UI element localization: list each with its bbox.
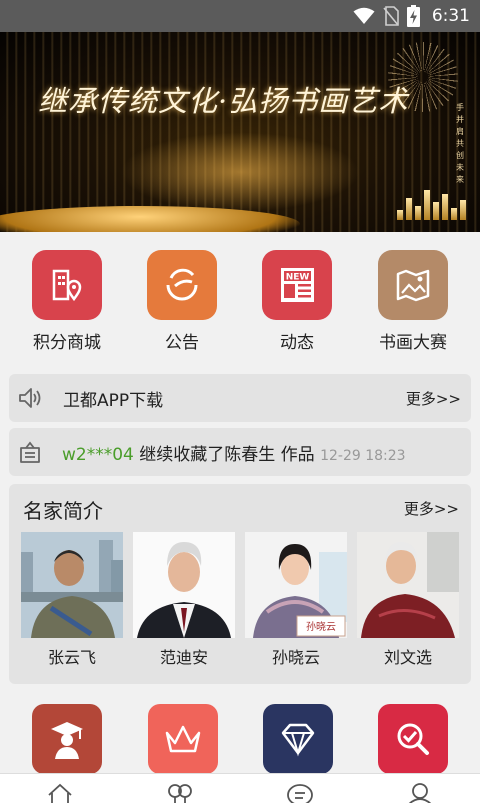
promo-banner[interactable]: 继承传统文化·弘扬书画艺术 手并肩共创未来: [0, 32, 480, 232]
news-icon: NEW: [262, 250, 332, 320]
artist-name: 孙晓云: [271, 648, 320, 667]
activity-time: 12-29 18:23: [320, 448, 406, 464]
menu-announcement[interactable]: 公告: [127, 232, 237, 353]
download-notice-text: 卫都APP下载: [63, 391, 164, 411]
points-mall-icon: [32, 250, 102, 320]
famous-artists-section: 名家简介 更多>> 张云飞 范迪安 孙晓云 孙晓云 刘文选: [9, 484, 471, 684]
artist-name: 刘文选: [383, 648, 432, 667]
menu-label: 积分商城: [33, 333, 101, 353]
download-more-link[interactable]: 更多>>: [406, 388, 461, 409]
artist-photo[interactable]: [133, 532, 235, 638]
activity-notice[interactable]: w2***04 继续收藏了陈春生 作品 12-29 18:23: [9, 428, 471, 476]
status-bar: 6:31: [0, 0, 480, 32]
name-card-text: 孙晓云: [306, 620, 336, 633]
quick-menu: 积分商城 公告 NEW 动态 书画大赛: [0, 232, 480, 368]
city-skyline: [397, 190, 466, 220]
scholar-icon[interactable]: [32, 704, 102, 774]
announcement-icon: [147, 250, 217, 320]
messages-icon[interactable]: [286, 782, 314, 803]
menu-points-mall[interactable]: 积分商城: [12, 232, 122, 353]
battery-charging-icon: [406, 5, 420, 27]
search-check-icon[interactable]: [378, 704, 448, 774]
activity-text: w2***04 继续收藏了陈春生 作品 12-29 18:23: [62, 440, 406, 465]
menu-label: 动态: [280, 333, 314, 353]
crown-icon[interactable]: [148, 704, 218, 774]
download-notice[interactable]: 卫都APP下载 更多>>: [9, 374, 471, 422]
menu-label: 公告: [165, 333, 199, 353]
artist-name: 张云飞: [47, 648, 96, 667]
activity-action: 继续收藏了陈春生 作品: [139, 445, 315, 465]
activity-user: w2***04: [62, 445, 134, 465]
home-icon[interactable]: [46, 782, 74, 803]
diamond-icon[interactable]: [263, 704, 333, 774]
painting-contest-icon: [378, 250, 448, 320]
banner-side-text: 手并肩共创未来: [456, 103, 464, 184]
speaker-icon: [19, 388, 41, 408]
famous-more-link[interactable]: 更多>>: [404, 498, 459, 519]
banner-glow: [120, 132, 360, 212]
categories-icon[interactable]: [166, 782, 194, 803]
section-title: 名家简介: [23, 499, 103, 523]
bottom-tab-bar: [0, 773, 480, 803]
clock: 6:31: [431, 6, 470, 26]
svg-text:NEW: NEW: [286, 273, 310, 283]
menu-news[interactable]: NEW 动态: [242, 232, 352, 353]
menu-label: 书画大赛: [379, 333, 447, 353]
banner-slogan: 继承传统文化·弘扬书画艺术: [38, 84, 409, 118]
bag-icon: [20, 441, 40, 463]
artist-name: 范迪安: [159, 648, 208, 667]
artist-photo[interactable]: [21, 532, 123, 638]
artist-photo[interactable]: [357, 532, 459, 638]
profile-icon[interactable]: [406, 782, 434, 803]
menu-painting-contest[interactable]: 书画大赛: [358, 232, 468, 353]
artist-photo[interactable]: 孙晓云: [245, 532, 347, 638]
secondary-menu: [0, 684, 480, 774]
wifi-icon: [353, 7, 375, 24]
no-sim-icon: [383, 6, 399, 26]
